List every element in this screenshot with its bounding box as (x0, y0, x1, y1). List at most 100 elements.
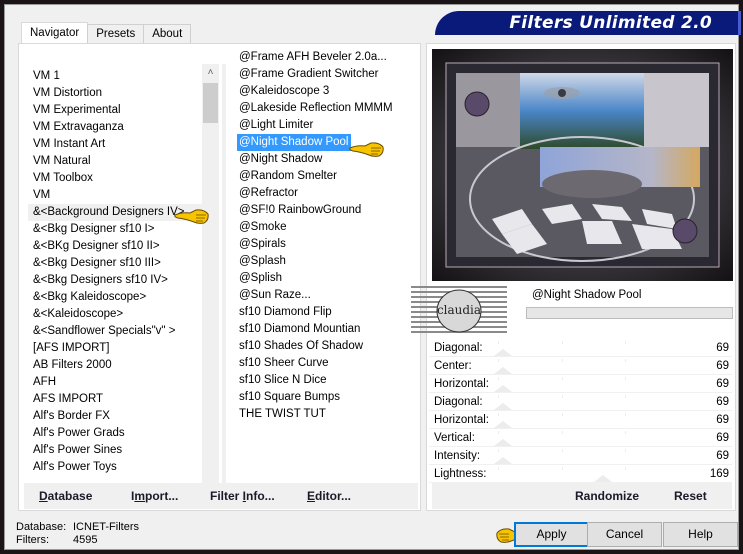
parameter-slider[interactable]: Center: 69 (429, 357, 732, 375)
filter-item-label: @Spirals (239, 238, 286, 250)
slider-thumb[interactable] (494, 439, 512, 446)
filter-item[interactable]: @Kaleidoscope 3 (235, 83, 420, 100)
filter-item[interactable]: THE TWIST TUT (235, 406, 420, 423)
filter-info-button[interactable]: Filter Info... (210, 489, 275, 503)
help-button[interactable]: Help (663, 522, 738, 547)
filters-unlimited-dialog: Filters Unlimited 2.0 Navigator Presets … (4, 4, 741, 550)
slider-thumb[interactable] (494, 385, 512, 392)
filter-item[interactable]: @Splish (235, 270, 420, 287)
category-item[interactable]: AFS IMPORT (28, 391, 203, 408)
filter-item[interactable]: @Night Shadow (235, 151, 420, 168)
category-scrollbar[interactable]: ˄ ˅ (202, 64, 219, 504)
slider-thumb[interactable] (494, 349, 512, 356)
category-item[interactable]: &<Bkg Kaleidoscope> (28, 289, 203, 306)
scroll-thumb[interactable] (203, 83, 218, 123)
filter-item[interactable]: @Sun Raze... (235, 287, 420, 304)
category-item[interactable]: VM Toolbox (28, 170, 203, 187)
category-item[interactable]: AB Filters 2000 (28, 357, 203, 374)
category-item[interactable]: VM Instant Art (28, 136, 203, 153)
category-item[interactable]: &<Sandflower Specials"v" > (28, 323, 203, 340)
category-item[interactable]: AFH (28, 374, 203, 391)
app-title: Filters Unlimited 2.0 (509, 13, 712, 33)
slider-tick (497, 341, 499, 344)
filter-item[interactable]: @Night Shadow Pool (235, 134, 420, 151)
category-item[interactable]: &<Kaleidoscope> (28, 306, 203, 323)
parameter-slider[interactable]: Vertical: 69 (429, 429, 732, 447)
tab-navigator[interactable]: Navigator (21, 22, 89, 44)
category-item[interactable]: Alf's Power Grads (28, 425, 203, 442)
filter-item[interactable]: @Splash (235, 253, 420, 270)
filter-item[interactable]: @Frame AFH Beveler 2.0a... (235, 49, 420, 66)
filter-item[interactable]: sf10 Slice N Dice (235, 372, 420, 389)
filter-item[interactable]: @Lakeside Reflection MMMM (235, 100, 420, 117)
parameter-slider[interactable]: Horizontal: 69 (429, 411, 732, 429)
slider-tick (625, 377, 627, 380)
scroll-up-icon[interactable]: ˄ (202, 64, 219, 81)
filter-item[interactable]: @Random Smelter (235, 168, 420, 185)
category-list[interactable]: VM 1 VM Distortion VM Experimental VM Extra… (28, 68, 203, 500)
slider-tick (625, 449, 627, 452)
filter-item[interactable]: @Smoke (235, 219, 420, 236)
filter-item[interactable]: sf10 Square Bumps (235, 389, 420, 406)
database-button[interactable]: Database (39, 489, 92, 503)
preview-image (432, 49, 733, 281)
parameter-slider[interactable]: Diagonal: 69 (429, 339, 732, 357)
filter-item[interactable]: @SF!0 RainbowGround (235, 202, 420, 219)
category-item[interactable]: &<Bkg Designer sf10 III> (28, 255, 203, 272)
parameter-value: 69 (716, 432, 729, 444)
category-item[interactable]: VM 1 (28, 68, 203, 85)
filter-item-label: @Smoke (239, 221, 287, 233)
slider-tick (561, 359, 563, 362)
slider-thumb[interactable] (494, 421, 512, 428)
category-item[interactable]: Alf's Power Toys (28, 459, 203, 476)
slider-thumb[interactable] (494, 457, 512, 464)
parameter-label: Lightness: (434, 468, 487, 480)
filter-item-label: @Sun Raze... (239, 289, 311, 301)
parameter-slider[interactable]: Intensity: 69 (429, 447, 732, 465)
category-item[interactable]: &<BKg Designer sf10 II> (28, 238, 203, 255)
filters-count: 4595 (73, 534, 98, 546)
cancel-button[interactable]: Cancel (587, 522, 662, 547)
parameter-value: 69 (716, 342, 729, 354)
category-item[interactable]: Alf's Border FX (28, 408, 203, 425)
category-item[interactable]: VM (28, 187, 203, 204)
category-item[interactable]: Alf's Power Sines (28, 442, 203, 459)
parameter-slider[interactable]: Diagonal: 69 (429, 393, 732, 411)
filter-list[interactable]: @Frame AFH Beveler 2.0a... @Frame Gradien… (235, 49, 420, 489)
parameter-value: 69 (716, 378, 729, 390)
slider-thumb[interactable] (594, 475, 612, 482)
parameter-value: 169 (709, 468, 729, 480)
slider-tick (625, 395, 627, 398)
filter-item[interactable]: @Refractor (235, 185, 420, 202)
filter-item[interactable]: sf10 Diamond Flip (235, 304, 420, 321)
category-item[interactable]: &<Bkg Designers sf10 IV> (28, 272, 203, 289)
randomize-button[interactable]: Randomize (575, 489, 639, 503)
reset-button[interactable]: Reset (674, 489, 707, 503)
category-item[interactable]: VM Extravaganza (28, 119, 203, 136)
database-label: Database: (16, 521, 67, 533)
filter-item[interactable]: @Frame Gradient Switcher (235, 66, 420, 83)
filter-item[interactable]: sf10 Sheer Curve (235, 355, 420, 372)
slider-tick (497, 395, 499, 398)
tab-presets[interactable]: Presets (87, 24, 145, 44)
filter-item[interactable]: sf10 Diamond Mountian (235, 321, 420, 338)
filter-item-label: @Lakeside Reflection MMMM (239, 102, 393, 114)
filter-item[interactable]: sf10 Shades Of Shadow (235, 338, 420, 355)
parameter-value: 69 (716, 414, 729, 426)
filter-item[interactable]: @Spirals (235, 236, 420, 253)
category-item[interactable]: VM Experimental (28, 102, 203, 119)
slider-thumb[interactable] (494, 367, 512, 374)
apply-button[interactable]: Apply (514, 522, 589, 547)
slider-thumb[interactable] (494, 403, 512, 410)
parameter-label: Diagonal: (434, 396, 483, 408)
filter-item[interactable]: @Light Limiter (235, 117, 420, 134)
parameter-slider[interactable]: Horizontal: 69 (429, 375, 732, 393)
import-button[interactable]: Import... (131, 489, 178, 503)
editor-button[interactable]: Editor... (307, 489, 351, 503)
category-item[interactable]: [AFS IMPORT] (28, 340, 203, 357)
category-item[interactable]: VM Natural (28, 153, 203, 170)
watermark-logo: claudia (411, 286, 507, 333)
parameter-slider[interactable]: Lightness: 169 (429, 465, 732, 483)
tab-about[interactable]: About (143, 24, 192, 44)
category-item[interactable]: VM Distortion (28, 85, 203, 102)
